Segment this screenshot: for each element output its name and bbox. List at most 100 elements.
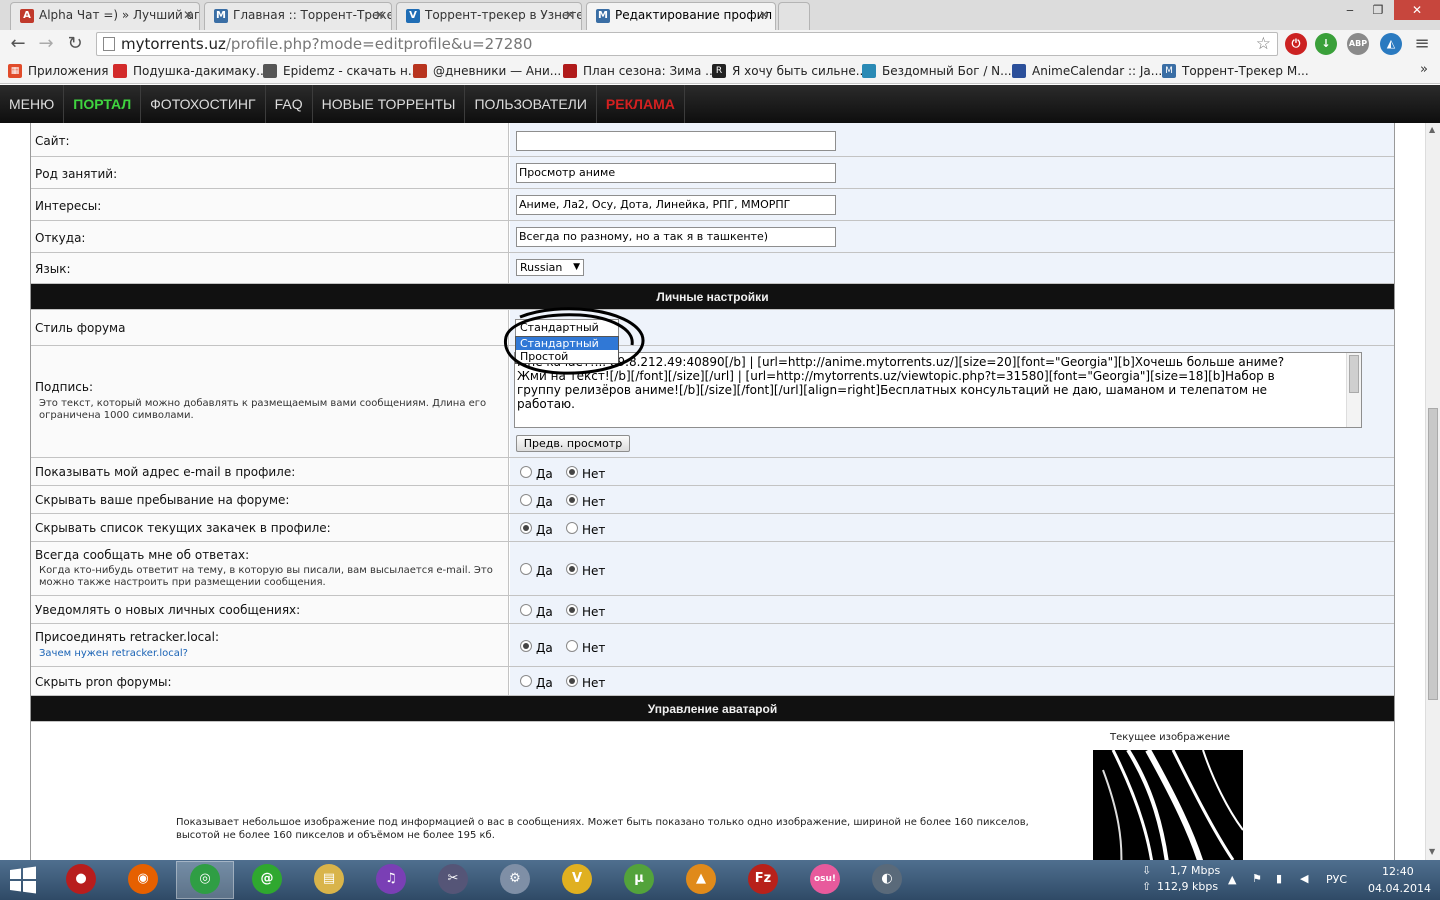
preview-button[interactable]: Предв. просмотр bbox=[516, 435, 630, 452]
show-email-no-radio[interactable] bbox=[566, 466, 578, 478]
back-arrow-icon[interactable]: ← bbox=[6, 32, 30, 56]
hide-downloads-no-radio[interactable] bbox=[566, 522, 578, 534]
language-select-value: Russian bbox=[520, 261, 563, 274]
page-scrollbar[interactable]: ▲ ▼ bbox=[1425, 123, 1440, 860]
tray-expand-icon[interactable]: ▲ bbox=[1228, 873, 1236, 886]
forward-arrow-icon[interactable]: → bbox=[34, 32, 58, 56]
clock-time[interactable]: 12:40 bbox=[1382, 865, 1414, 878]
bookmark-item[interactable]: Подушка-дакимаку... bbox=[113, 62, 268, 80]
browser-tab-4-active[interactable]: M Редактирование профил ✕ bbox=[586, 2, 776, 30]
browser-tab-2[interactable]: M Главная :: Торрент-Треке ✕ bbox=[204, 2, 392, 30]
textarea-scroll-thumb[interactable] bbox=[1349, 355, 1359, 393]
adblock-stop-icon[interactable]: ⏻ bbox=[1285, 33, 1307, 55]
scroll-down-arrow-icon[interactable]: ▼ bbox=[1429, 847, 1435, 856]
hide-online-no-radio[interactable] bbox=[566, 494, 578, 506]
retracker-yes-radio[interactable] bbox=[520, 640, 532, 652]
notify-replies-no-radio[interactable] bbox=[566, 563, 578, 575]
notify-replies-label: Всегда сообщать мне об ответах: bbox=[35, 548, 250, 562]
close-icon[interactable]: ✕ bbox=[565, 3, 575, 27]
aimp-icon[interactable]: ▲ bbox=[686, 864, 716, 894]
menu-item-new-torrents[interactable]: Новые торренты bbox=[313, 85, 466, 123]
clock-date[interactable]: 04.04.2014 bbox=[1368, 882, 1431, 895]
menu-item-advertising[interactable]: Реклама bbox=[597, 85, 685, 123]
abp-icon[interactable]: ABP bbox=[1347, 33, 1369, 55]
occupation-input[interactable]: Просмотр аниме bbox=[516, 163, 836, 183]
row-hide-downloads: Скрывать список текущих закачек в профил… bbox=[31, 514, 1394, 542]
filezilla-icon[interactable]: Fz bbox=[748, 864, 778, 894]
close-icon[interactable]: ✕ bbox=[375, 3, 385, 27]
hide-downloads-yes-radio[interactable] bbox=[520, 522, 532, 534]
menu-item-photohosting[interactable]: Фотохостинг bbox=[141, 85, 266, 123]
language-select[interactable]: Russian ▼ bbox=[516, 259, 584, 276]
yes-label: Да bbox=[536, 605, 553, 619]
close-icon[interactable]: ✕ bbox=[759, 3, 769, 27]
window-close-icon[interactable]: ✕ bbox=[1394, 0, 1440, 20]
retracker-help-link[interactable]: Зачем нужен retracker.local? bbox=[39, 648, 188, 659]
show-email-yes-radio[interactable] bbox=[520, 466, 532, 478]
recorder-icon[interactable]: ● bbox=[66, 864, 96, 894]
bookmark-star-icon[interactable]: ☆ bbox=[1256, 33, 1271, 55]
osu-icon[interactable]: osu! bbox=[810, 864, 840, 894]
audio-app-icon[interactable]: ♫ bbox=[376, 864, 406, 894]
bookmark-item[interactable]: AnimeCalendar :: Ja... bbox=[1012, 62, 1162, 80]
tab-title: Торрент-трекер в Узнете bbox=[425, 8, 582, 22]
menu-item-menu[interactable]: Меню bbox=[0, 85, 65, 123]
dropdown-arrow-icon: ▼ bbox=[573, 262, 580, 272]
tab-favicon-icon: M bbox=[214, 9, 228, 23]
notify-pm-yes-radio[interactable] bbox=[520, 604, 532, 616]
mail-agent-icon[interactable]: @ bbox=[252, 864, 282, 894]
action-center-flag-icon[interactable]: ⚑ bbox=[1252, 872, 1262, 885]
bookmark-favicon-icon bbox=[862, 64, 876, 78]
restore-icon[interactable]: ❐ bbox=[1364, 0, 1392, 20]
bookmark-item[interactable]: R Я хочу быть сильне... bbox=[712, 62, 867, 80]
menu-item-users[interactable]: Пользователи bbox=[465, 85, 597, 123]
textarea-scrollbar[interactable] bbox=[1346, 353, 1361, 427]
bookmark-item[interactable]: M Торрент-Трекер M... bbox=[1162, 62, 1309, 80]
bookmark-item[interactable]: Бездомный Бог / N... bbox=[862, 62, 1012, 80]
website-input[interactable] bbox=[516, 131, 836, 151]
file-explorer-icon[interactable]: ▤ bbox=[314, 864, 344, 894]
hide-porn-no-radio[interactable] bbox=[566, 675, 578, 687]
volume-icon[interactable]: ◀ bbox=[1300, 872, 1308, 885]
notify-pm-no-radio[interactable] bbox=[566, 604, 578, 616]
v-app-icon[interactable]: V bbox=[562, 864, 592, 894]
bookmark-item[interactable]: План сезона: Зима ... bbox=[563, 62, 717, 80]
location-input[interactable]: Всегда по разному, но а так я в ташкенте… bbox=[516, 227, 836, 247]
browser-toolbar: ← → ↻ mytorrents.uz/profile.php?mode=edi… bbox=[0, 30, 1440, 58]
retracker-no-radio[interactable] bbox=[566, 640, 578, 652]
video-editor-icon[interactable]: ✂ bbox=[438, 864, 468, 894]
download-arrow-icon[interactable]: ↓ bbox=[1315, 33, 1337, 55]
bookmark-item[interactable]: Epidemz - скачать н... bbox=[263, 62, 419, 80]
interests-input[interactable]: Аниме, Ла2, Осу, Дота, Линейка, РПГ, ММО… bbox=[516, 195, 836, 215]
minimize-icon[interactable]: ‒ bbox=[1336, 0, 1364, 20]
bookmarks-overflow-icon[interactable]: » bbox=[1420, 62, 1428, 77]
row-signature: Подпись: Это текст, который можно добавл… bbox=[31, 346, 1394, 458]
signature-line: группу релизёров аниме![/b][/size][/font… bbox=[517, 383, 1268, 397]
tampermonkey-icon[interactable]: ◭ bbox=[1380, 33, 1402, 55]
utorrent-icon[interactable]: μ bbox=[624, 864, 654, 894]
scanner-icon[interactable]: ⚙ bbox=[500, 864, 530, 894]
scroll-up-arrow-icon[interactable]: ▲ bbox=[1429, 125, 1435, 134]
hide-online-yes-radio[interactable] bbox=[520, 494, 532, 506]
speaker-app-icon[interactable]: ◐ bbox=[872, 864, 902, 894]
browser-tab-1[interactable]: A Alpha Чат =) » Лучший ап ✕ bbox=[10, 2, 200, 30]
hide-porn-yes-radio[interactable] bbox=[520, 675, 532, 687]
start-windows-icon[interactable] bbox=[8, 866, 38, 894]
chrome-menu-icon[interactable]: ≡ bbox=[1410, 32, 1434, 56]
network-icon[interactable]: ▮ bbox=[1276, 872, 1282, 885]
page-scroll-thumb[interactable] bbox=[1428, 408, 1438, 700]
notify-replies-yes-radio[interactable] bbox=[520, 563, 532, 575]
new-tab-button[interactable] bbox=[778, 2, 810, 30]
address-bar[interactable]: mytorrents.uz/profile.php?mode=editprofi… bbox=[96, 32, 1278, 56]
reload-icon[interactable]: ↻ bbox=[63, 32, 87, 56]
menu-item-portal[interactable]: Портал bbox=[64, 85, 142, 123]
bookmark-apps[interactable]: ▦ Приложения bbox=[8, 62, 109, 80]
close-icon[interactable]: ✕ bbox=[183, 3, 193, 27]
firefox-icon[interactable]: ◉ bbox=[128, 864, 158, 894]
bookmark-item[interactable]: @дневники — Ани... bbox=[413, 62, 561, 80]
keyboard-language[interactable]: РУС bbox=[1326, 873, 1347, 886]
menu-item-faq[interactable]: FAQ bbox=[266, 85, 313, 123]
chrome-icon[interactable]: ◎ bbox=[190, 864, 220, 894]
hide-porn-label: Скрыть pron форумы: bbox=[35, 675, 172, 689]
browser-tab-3[interactable]: V Торрент-трекер в Узнете ✕ bbox=[396, 2, 582, 30]
